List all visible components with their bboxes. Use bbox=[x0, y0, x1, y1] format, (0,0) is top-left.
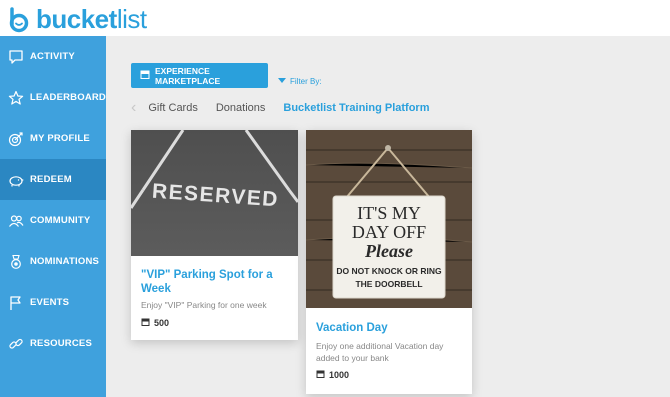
chat-bubble-icon bbox=[7, 48, 25, 66]
reward-title: Vacation Day bbox=[316, 322, 388, 334]
flag-icon bbox=[7, 294, 25, 312]
brand-name: bucketlist bbox=[36, 4, 147, 34]
sidebar-item-resources[interactable]: RESOURCES bbox=[0, 323, 106, 364]
tab-bucketlist-training-platform[interactable]: Bucketlist Training Platform bbox=[283, 102, 429, 114]
sign-line-5: THE DOORBELL bbox=[355, 279, 422, 289]
sidebar-item-label: EVENTS bbox=[30, 297, 70, 308]
tab-gift-cards[interactable]: Gift Cards bbox=[148, 102, 198, 114]
sign-line-2: DAY OFF bbox=[352, 222, 426, 242]
sidebar-nav: ACTIVITY LEADERBOARD MY PROFILE REDEEM C… bbox=[0, 36, 106, 397]
sidebar-item-my-profile[interactable]: MY PROFILE bbox=[0, 118, 106, 159]
reward-title: "VIP" Parking Spot for a Week bbox=[141, 269, 273, 295]
reward-cost-value: 500 bbox=[154, 318, 170, 328]
sidebar-item-label: RESOURCES bbox=[30, 338, 92, 349]
reward-description: Enjoy "VIP" Parking for one week bbox=[141, 300, 267, 310]
reward-card[interactable]: RESERVED "VIP" Parking Spot for a Week E… bbox=[131, 130, 298, 340]
sidebar-item-label: LEADERBOARD bbox=[29, 92, 106, 103]
chevron-left-icon[interactable]: ‹ bbox=[131, 99, 136, 117]
link-icon bbox=[7, 335, 25, 353]
sidebar-item-nominations[interactable]: NOMINATIONS bbox=[0, 241, 106, 282]
piggy-bank-icon bbox=[7, 171, 25, 189]
ticket-icon bbox=[140, 70, 150, 81]
reward-cost: 1000 bbox=[316, 370, 349, 380]
sidebar-item-redeem[interactable]: REDEEM bbox=[0, 159, 106, 200]
star-icon bbox=[7, 89, 25, 107]
sidebar-item-community[interactable]: COMMUNITY bbox=[0, 200, 106, 241]
sign-line-1: IT'S MY bbox=[357, 203, 421, 223]
sidebar-item-label: MY PROFILE bbox=[30, 133, 90, 144]
ticket-icon bbox=[316, 370, 325, 380]
filter-by-label: Filter By: bbox=[290, 77, 322, 86]
tab-donations[interactable]: Donations bbox=[216, 102, 266, 114]
filter-by-dropdown[interactable]: Filter By: bbox=[278, 77, 322, 86]
bucketlist-logo-icon bbox=[9, 6, 29, 32]
ticket-icon bbox=[141, 318, 150, 328]
sign-line-3: Please bbox=[364, 241, 413, 261]
sidebar-item-label: ACTIVITY bbox=[30, 51, 75, 62]
sidebar-item-activity[interactable]: ACTIVITY bbox=[0, 36, 106, 77]
top-bar: bucketlist bbox=[0, 0, 670, 36]
sidebar-item-leaderboard[interactable]: LEADERBOARD bbox=[0, 77, 106, 118]
reward-cost-value: 1000 bbox=[329, 370, 350, 380]
sidebar-item-label: REDEEM bbox=[30, 174, 72, 185]
main-content: EXPERIENCE MARKETPLACE Filter By: ‹ Gift… bbox=[106, 36, 670, 397]
brand-logo[interactable]: bucketlist bbox=[8, 4, 147, 35]
category-tabs: ‹ Gift Cards Donations Bucketlist Traini… bbox=[131, 98, 447, 118]
reward-image-reserved-parking: RESERVED bbox=[131, 130, 298, 256]
sidebar-item-label: NOMINATIONS bbox=[30, 256, 100, 267]
experience-marketplace-label: EXPERIENCE MARKETPLACE bbox=[155, 65, 221, 86]
medal-icon bbox=[7, 253, 25, 271]
sidebar-item-label: COMMUNITY bbox=[30, 215, 91, 226]
reward-image-day-off-sign: IT'S MY DAY OFF Please DO NOT KNOCK OR R… bbox=[306, 130, 472, 308]
people-icon bbox=[7, 212, 25, 230]
experience-marketplace-button[interactable]: EXPERIENCE MARKETPLACE bbox=[131, 63, 268, 88]
target-icon bbox=[7, 130, 25, 148]
sign-line-4: DO NOT KNOCK OR RING bbox=[336, 266, 442, 276]
reward-card[interactable]: IT'S MY DAY OFF Please DO NOT KNOCK OR R… bbox=[306, 130, 472, 394]
caret-down-icon bbox=[278, 77, 286, 86]
reward-cost: 500 bbox=[141, 318, 169, 328]
reward-description: Enjoy one additional Vacation day added … bbox=[316, 341, 444, 363]
sidebar-item-events[interactable]: EVENTS bbox=[0, 282, 106, 323]
